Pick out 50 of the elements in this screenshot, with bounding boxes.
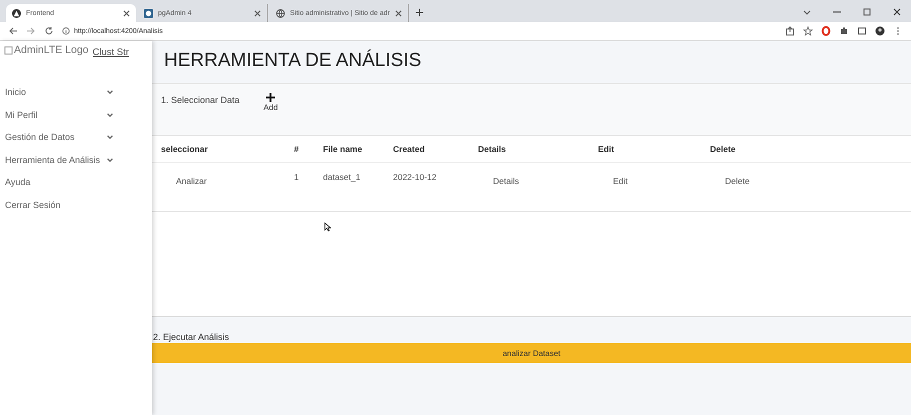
analyze-link[interactable]: Analizar <box>161 176 294 186</box>
details-link[interactable]: Details <box>478 176 598 186</box>
column-header: # <box>294 144 300 154</box>
close-icon[interactable] <box>254 10 261 16</box>
globe-icon <box>276 8 285 18</box>
chevron-down-icon <box>106 110 114 119</box>
column-header: Details <box>478 144 507 154</box>
ring-icon[interactable] <box>821 26 831 36</box>
column-header: File name <box>323 144 364 154</box>
step-label: 1. Seleccionar Data <box>161 95 240 105</box>
close-icon[interactable] <box>394 10 402 16</box>
star-icon[interactable] <box>803 26 813 36</box>
sidebar-item[interactable]: Mi Perfil <box>0 104 152 126</box>
sidebar-item[interactable]: Gestión de Datos <box>0 126 152 148</box>
new-tab-icon[interactable] <box>414 8 424 17</box>
column-header: Delete <box>710 144 737 154</box>
column-header: Edit <box>598 144 616 154</box>
sidebar-item[interactable]: Ayuda <box>0 171 152 194</box>
column-header: seleccionar <box>161 144 209 154</box>
page-title: HERRAMIENTA DE ANÁLISIS <box>163 48 422 73</box>
share-icon[interactable] <box>785 26 795 36</box>
chevron-down-icon <box>106 133 114 142</box>
chevron-down-icon <box>106 88 114 96</box>
app-icon <box>12 8 21 18</box>
table-cell-text: dataset_1 <box>323 172 362 182</box>
table-cell-text: 2022-10-12 <box>393 172 438 182</box>
chevron-down-icon <box>106 156 114 164</box>
delete-link[interactable]: Delete <box>710 176 810 186</box>
column-header: Created <box>393 144 426 154</box>
reload-icon[interactable] <box>44 26 54 36</box>
plus-icon <box>266 93 276 102</box>
add-button[interactable]: Add <box>264 93 278 112</box>
broken-image-logo: AdminLTE Logo <box>4 44 89 56</box>
cursor-icon <box>324 222 331 232</box>
maximize-icon[interactable] <box>862 7 872 17</box>
step-label: 2. Ejecutar Análisis <box>152 332 230 343</box>
close-icon[interactable] <box>123 10 130 16</box>
analyze-dataset-button[interactable]: analizar Dataset <box>152 343 911 363</box>
sidebar-item[interactable]: Inicio <box>0 81 152 104</box>
avatar-icon[interactable] <box>875 26 885 36</box>
info-icon <box>62 27 70 35</box>
sidebar-item[interactable]: Cerrar Sesión <box>0 194 152 216</box>
brand-link[interactable]: Clust Str <box>92 46 129 58</box>
sidebar-item[interactable]: Herramienta de Análisis <box>0 148 152 171</box>
sidebar-icon[interactable] <box>857 26 867 36</box>
edit-link[interactable]: Edit <box>598 176 710 186</box>
broken-image-icon <box>4 46 13 54</box>
back-icon[interactable] <box>8 26 18 36</box>
close-icon[interactable] <box>892 7 902 17</box>
table-cell-text: 1 <box>294 172 300 182</box>
